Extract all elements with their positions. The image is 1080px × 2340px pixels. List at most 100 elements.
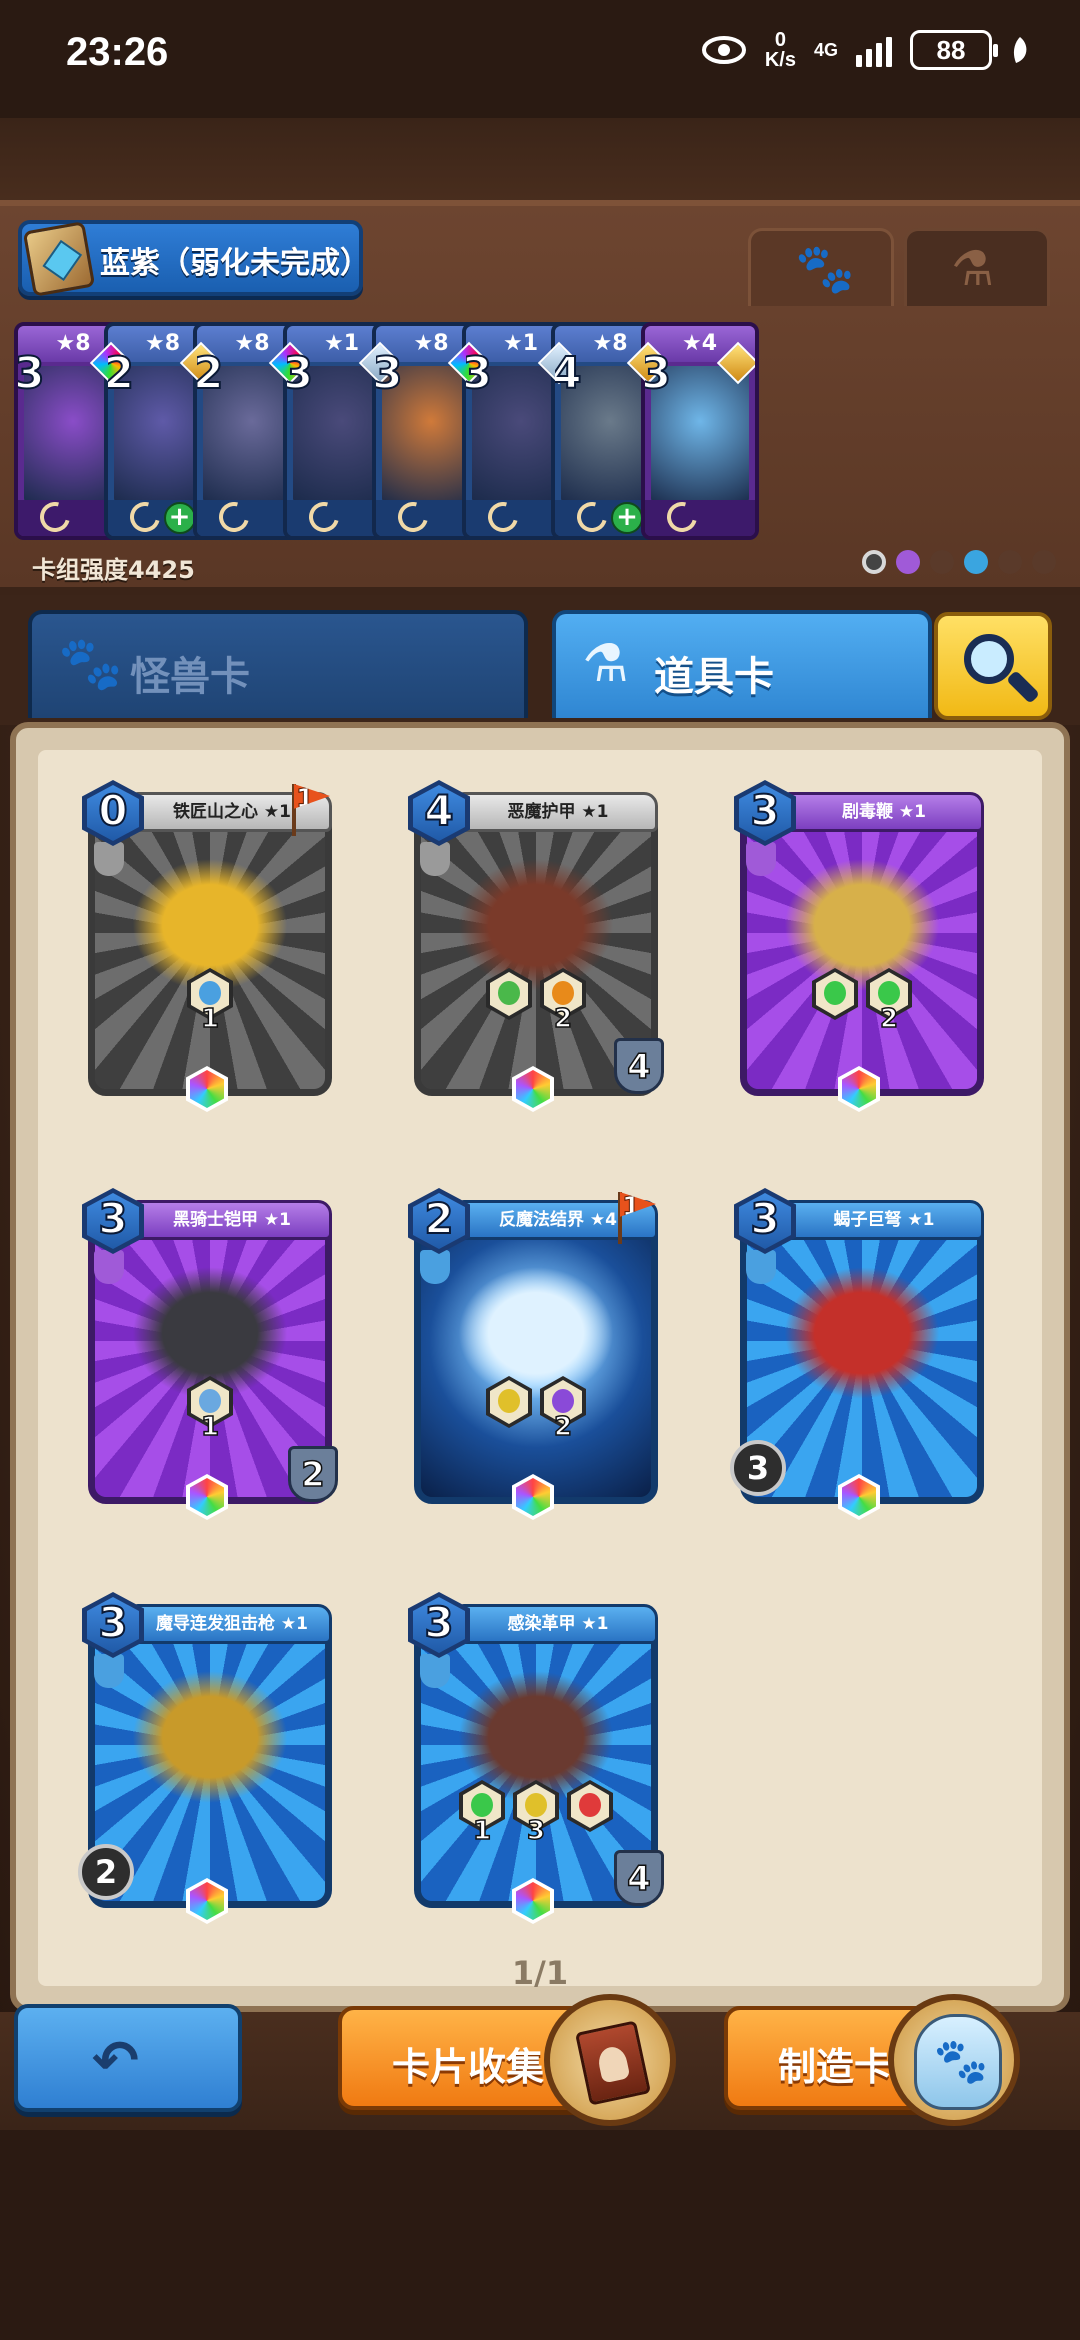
page-indicator: 1/1: [511, 1954, 569, 1992]
item-card-grid: 铁匠山之心 ★1 0 1 1 恶魔护甲 ★1 4 2 4 剧毒鞭 ★1 3 2 黑骑士铠甲 ★1 3 1 2…: [38, 750, 1042, 1986]
ability-row: 13: [408, 1780, 664, 1847]
ability-value: 1: [472, 1815, 492, 1847]
deck-card-cost: 2: [193, 347, 225, 400]
back-button[interactable]: ↶: [14, 2004, 242, 2112]
deck-card[interactable]: ★4 3: [640, 322, 759, 540]
search-icon: [964, 634, 1014, 684]
item-card[interactable]: 恶魔护甲 ★1 4 2 4: [408, 770, 664, 1112]
armor-shield: 4: [614, 1850, 664, 1906]
deck-book-icon: [22, 221, 96, 297]
search-button[interactable]: [934, 612, 1052, 720]
deck-card-cost: 3: [461, 347, 494, 400]
element-icons: [862, 550, 1056, 574]
craft-card-button[interactable]: 制造卡片 🐾: [724, 1994, 1020, 2126]
durability-badge: 3: [730, 1440, 786, 1496]
deck-card-cost: 3: [282, 347, 315, 400]
leaf-icon: [1013, 37, 1027, 63]
status-bar: 23:26 0 K/s 4G 88: [0, 0, 1080, 118]
signal-icon: [856, 33, 892, 67]
deck-card-cost: 2: [103, 347, 136, 400]
ability-hex: 2: [540, 1376, 586, 1443]
deck-card-cost: 4: [551, 347, 583, 400]
ability-hex: 1: [187, 1376, 233, 1443]
item-art: [774, 1258, 950, 1408]
card-collection-label: 卡片收集: [392, 2045, 545, 2089]
network-type: 4G: [813, 39, 838, 60]
item-card[interactable]: 魔导连发狙击枪 ★1 3 2: [78, 1582, 338, 1924]
item-card-name: 蝎子巨弩 ★1: [784, 1200, 984, 1240]
ability-hex: 1: [187, 968, 233, 1035]
ability-row: 1: [82, 968, 338, 1035]
ability-value: 2: [879, 1003, 899, 1035]
game-screen: 23:26 0 K/s 4G 88 蓝紫（弱化未完成） 🐾 ⚗ ★8 3 ★8 2 + ★…: [0, 0, 1080, 2340]
ability-hex: 2: [866, 968, 912, 1035]
ability-value: 2: [553, 1003, 573, 1035]
heal-plus-icon: +: [163, 502, 196, 534]
ability-value: 2: [553, 1411, 573, 1443]
arcane-element-icon: [896, 550, 920, 574]
clock: 23:26: [66, 30, 169, 74]
card-album-icon: [544, 1994, 676, 2126]
tab-monster-label: 怪兽卡: [130, 654, 250, 700]
footer-frame: [0, 2130, 1080, 2340]
ability-icon: [567, 1780, 613, 1832]
potion-icon: ⚗: [951, 241, 995, 297]
card-collection-button[interactable]: 卡片收集: [338, 1994, 676, 2126]
top-frame: [0, 118, 1080, 208]
deck-name-button[interactable]: 蓝紫（弱化未完成）: [18, 220, 370, 297]
class-emblem-icon: [746, 842, 776, 876]
tab-monster-deck[interactable]: 🐾: [748, 228, 894, 306]
ability-row: 2: [408, 1376, 664, 1443]
ability-hex: 2: [540, 968, 586, 1035]
ability-value: 1: [200, 1003, 220, 1035]
paw-jar-icon: 🐾: [888, 1994, 1020, 2126]
item-card-name: 恶魔护甲 ★1: [458, 792, 658, 832]
deck-card-cost: 3: [640, 347, 673, 400]
ability-row: 2: [408, 968, 664, 1035]
class-emblem-icon: [94, 842, 124, 876]
class-emblem-icon: [420, 1250, 450, 1284]
ability-row: 1: [82, 1376, 338, 1443]
card-collection-panel: 铁匠山之心 ★1 0 1 1 恶魔护甲 ★1 4 2 4 剧毒鞭 ★1 3 2 黑骑士铠甲 ★1 3 1 2…: [10, 722, 1070, 2012]
tab-item-deck[interactable]: ⚗: [904, 228, 1050, 306]
item-card-name: 魔导连发狙击枪 ★1: [132, 1604, 332, 1644]
durability-badge: 2: [78, 1844, 134, 1900]
class-emblem-icon: [420, 1654, 450, 1688]
item-card[interactable]: 黑骑士铠甲 ★1 3 1 2: [82, 1178, 338, 1520]
item-card[interactable]: 反魔法结界 ★4 2 1 2: [408, 1178, 664, 1520]
item-card-name: 黑骑士铠甲 ★1: [132, 1200, 332, 1240]
ability-hex: [567, 1780, 613, 1832]
ability-icon: [812, 968, 858, 1020]
ability-hex: 3: [513, 1780, 559, 1847]
paw-icon: 🐾: [795, 241, 855, 297]
status-icons: 0 K/s 4G 88: [701, 30, 1030, 70]
deck-power: 卡组强度4425: [32, 556, 195, 584]
potion-icon: ⚗: [582, 634, 629, 694]
tab-monster-cards[interactable]: 🐾 怪兽卡: [28, 610, 528, 718]
class-emblem-icon: [420, 842, 450, 876]
armor-shield: 4: [614, 1038, 664, 1094]
item-art: [122, 1662, 298, 1812]
item-card[interactable]: 铁匠山之心 ★1 0 1 1: [82, 770, 338, 1112]
item-card[interactable]: 感染革甲 ★1 3 1 3 4: [408, 1582, 664, 1924]
ability-icon: [486, 1376, 532, 1428]
item-card-name: 剧毒鞭 ★1: [784, 792, 984, 832]
ability-value: 1: [200, 1411, 220, 1443]
ability-value: 3: [526, 1815, 546, 1847]
armor-shield: 2: [288, 1446, 338, 1502]
net-speed-value: 0: [774, 29, 786, 51]
neutral-element-icon: [862, 550, 886, 574]
tab-item-label: 道具卡: [654, 654, 774, 700]
ability-row: 2: [734, 968, 990, 1035]
fire-element-icon: [1032, 550, 1056, 574]
tab-item-cards[interactable]: ⚗ 道具卡: [552, 610, 932, 718]
deck-card-cost: 3: [14, 347, 46, 400]
item-card[interactable]: 剧毒鞭 ★1 3 2: [734, 770, 990, 1112]
ability-icon: [486, 968, 532, 1020]
item-card[interactable]: 蝎子巨弩 ★1 3 3: [730, 1178, 990, 1520]
paw-icon: 🐾: [58, 634, 123, 694]
dragon-element-icon: [998, 550, 1022, 574]
net-speed-unit: K/s: [764, 49, 796, 71]
class-emblem-icon: [94, 1654, 124, 1688]
deck-card-cost: 3: [372, 347, 404, 400]
